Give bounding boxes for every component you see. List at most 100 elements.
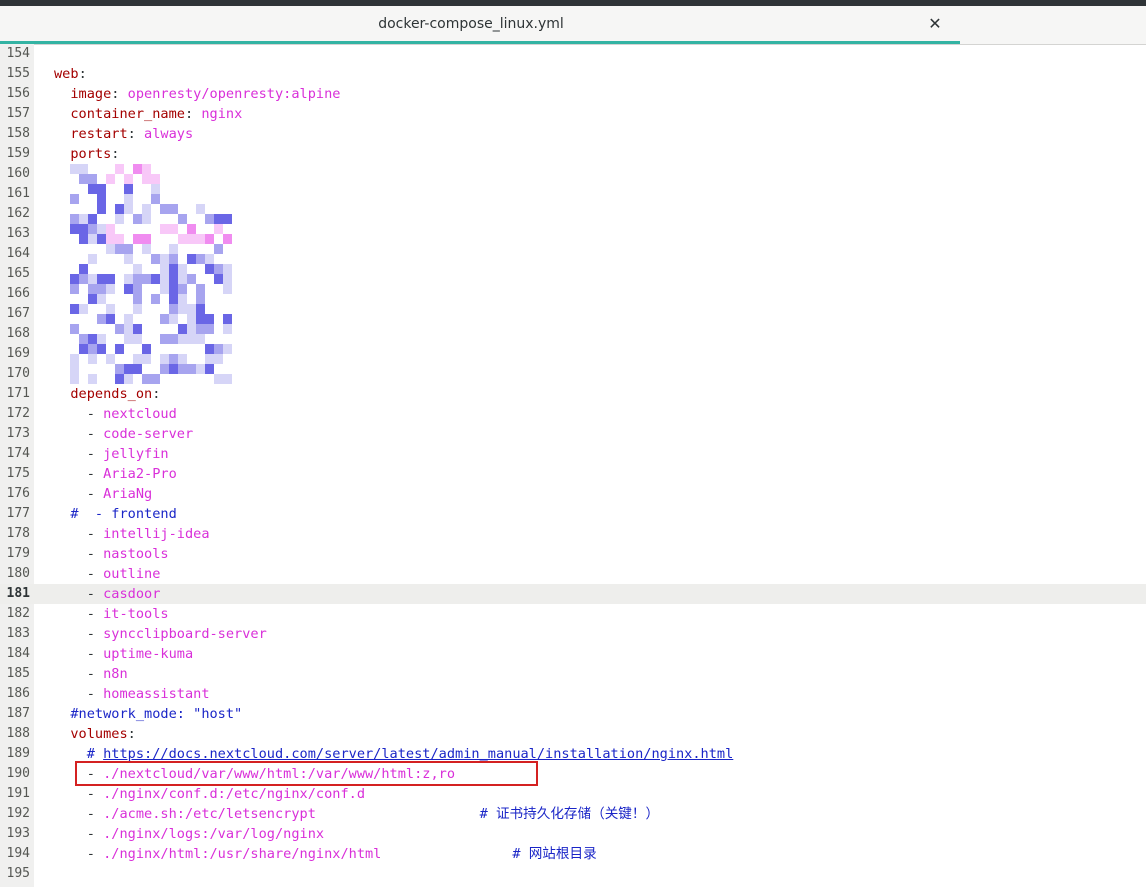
code-line[interactable]: 157 container_name: nginx <box>0 104 1146 124</box>
mosaic-cell <box>169 274 178 284</box>
code-line[interactable]: 182 - it-tools <box>0 604 1146 624</box>
mosaic-cell <box>160 314 169 324</box>
mosaic-cell <box>124 184 133 194</box>
mosaic-cell <box>124 174 133 184</box>
mosaic-cell <box>79 274 88 284</box>
code-token[interactable]: https://docs.nextcloud.com/server/latest… <box>103 746 733 762</box>
line-number: 178 <box>6 526 30 541</box>
code-token: jellyfin <box>103 446 169 462</box>
mosaic-cell <box>151 194 160 204</box>
mosaic-cell <box>106 284 115 294</box>
mosaic-cell <box>88 254 97 264</box>
code-line[interactable]: 191 - ./nginx/conf.d:/etc/nginx/conf.d <box>0 784 1146 804</box>
line-code: volumes: <box>54 724 136 744</box>
mosaic-cell <box>223 314 232 324</box>
code-line[interactable]: 192 - ./acme.sh:/etc/letsencrypt # 证书持久化… <box>0 804 1146 824</box>
line-number: 161 <box>6 186 30 201</box>
line-code: container_name: nginx <box>54 104 242 124</box>
mosaic-cell <box>124 374 133 384</box>
code-line[interactable]: 185 - n8n <box>0 664 1146 684</box>
close-icon[interactable]: ✕ <box>926 14 944 34</box>
mosaic-cell <box>124 364 133 374</box>
code-token: volumes <box>54 726 128 742</box>
code-line[interactable]: 177 # - frontend <box>0 504 1146 524</box>
code-line[interactable]: 175 - Aria2-Pro <box>0 464 1146 484</box>
code-line[interactable]: 156 image: openresty/openresty:alpine <box>0 84 1146 104</box>
code-line[interactable]: 184 - uptime-kuma <box>0 644 1146 664</box>
code-token: - <box>54 566 104 582</box>
line-code: - n8n <box>54 664 128 684</box>
code-line[interactable]: 174 - jellyfin <box>0 444 1146 464</box>
line-number: 175 <box>6 466 30 481</box>
code-line[interactable]: 171 depends_on: <box>0 384 1146 404</box>
mosaic-cell <box>79 224 88 234</box>
code-line[interactable]: 186 - homeassistant <box>0 684 1146 704</box>
code-line[interactable]: 155 web: <box>0 64 1146 84</box>
mosaic-cell <box>124 194 133 204</box>
line-code: # - frontend <box>54 504 176 524</box>
code-line[interactable]: 181 - casdoor <box>0 584 1146 604</box>
mosaic-cell <box>70 274 79 284</box>
mosaic-cell <box>79 344 88 354</box>
code-token: it-tools <box>103 606 169 622</box>
code-line[interactable]: 187 #network_mode: "host" <box>0 704 1146 724</box>
line-number: 163 <box>6 226 30 241</box>
mosaic-cell <box>124 244 133 254</box>
mosaic-cell <box>133 294 142 304</box>
line-number: 192 <box>6 806 30 821</box>
line-number: 189 <box>6 746 30 761</box>
line-number: 179 <box>6 546 30 561</box>
code-token: ./acme.sh:/etc/letsencrypt <box>103 806 316 822</box>
mosaic-cell <box>178 264 187 274</box>
mosaic-cell <box>214 354 223 364</box>
code-token: syncclipboard-server <box>103 626 267 642</box>
mosaic-cell <box>160 224 169 234</box>
code-line[interactable]: 172 - nextcloud <box>0 404 1146 424</box>
code-line[interactable]: 188 volumes: <box>0 724 1146 744</box>
mosaic-cell <box>187 314 196 324</box>
code-line[interactable]: 179 - nastools <box>0 544 1146 564</box>
tab-docker-compose[interactable]: docker-compose_linux.yml ✕ <box>0 6 960 44</box>
code-token: always <box>144 126 194 142</box>
mosaic-cell <box>79 334 88 344</box>
mosaic-cell <box>151 184 160 194</box>
mosaic-cell <box>142 244 151 254</box>
code-token: # 证书持久化存储（关键！） <box>315 806 660 822</box>
code-line[interactable]: 178 - intellij-idea <box>0 524 1146 544</box>
mosaic-cell <box>70 374 79 384</box>
mosaic-cell <box>169 254 178 264</box>
code-line[interactable]: 173 - code-server <box>0 424 1146 444</box>
line-number: 160 <box>6 166 30 181</box>
code-token: - <box>54 686 104 702</box>
line-number: 186 <box>6 686 30 701</box>
line-code: - uptime-kuma <box>54 644 193 664</box>
code-line[interactable]: 154 <box>0 44 1146 64</box>
code-line[interactable]: 195 <box>0 864 1146 884</box>
code-token: - <box>54 786 104 802</box>
code-line[interactable]: 158 restart: always <box>0 124 1146 144</box>
line-number: 188 <box>6 726 30 741</box>
line-number: 174 <box>6 446 30 461</box>
mosaic-cell <box>124 254 133 264</box>
mosaic-cell <box>205 344 214 354</box>
line-number: 159 <box>6 146 30 161</box>
code-line[interactable]: 180 - outline <box>0 564 1146 584</box>
code-line[interactable]: 194 - ./nginx/html:/usr/share/nginx/html… <box>0 844 1146 864</box>
code-token: AriaNg <box>103 486 153 502</box>
code-line[interactable]: 193 - ./nginx/logs:/var/log/nginx <box>0 824 1146 844</box>
mosaic-cell <box>160 204 169 214</box>
mosaic-cell <box>169 294 178 304</box>
mosaic-cell <box>142 214 151 224</box>
mosaic-cell <box>187 364 196 374</box>
mosaic-cell <box>70 164 79 174</box>
mosaic-cell <box>169 244 178 254</box>
code-line[interactable]: 176 - AriaNg <box>0 484 1146 504</box>
code-line[interactable]: 183 - syncclipboard-server <box>0 624 1146 644</box>
mosaic-cell <box>97 284 106 294</box>
code-editor[interactable]: 154 155 web: 156 image: openresty/openresty… <box>0 44 1146 887</box>
line-number: 173 <box>6 426 30 441</box>
line-number: 190 <box>6 766 30 781</box>
code-token: - <box>54 486 104 502</box>
code-line[interactable]: 159 ports: <box>0 144 1146 164</box>
mosaic-cell <box>133 324 142 334</box>
